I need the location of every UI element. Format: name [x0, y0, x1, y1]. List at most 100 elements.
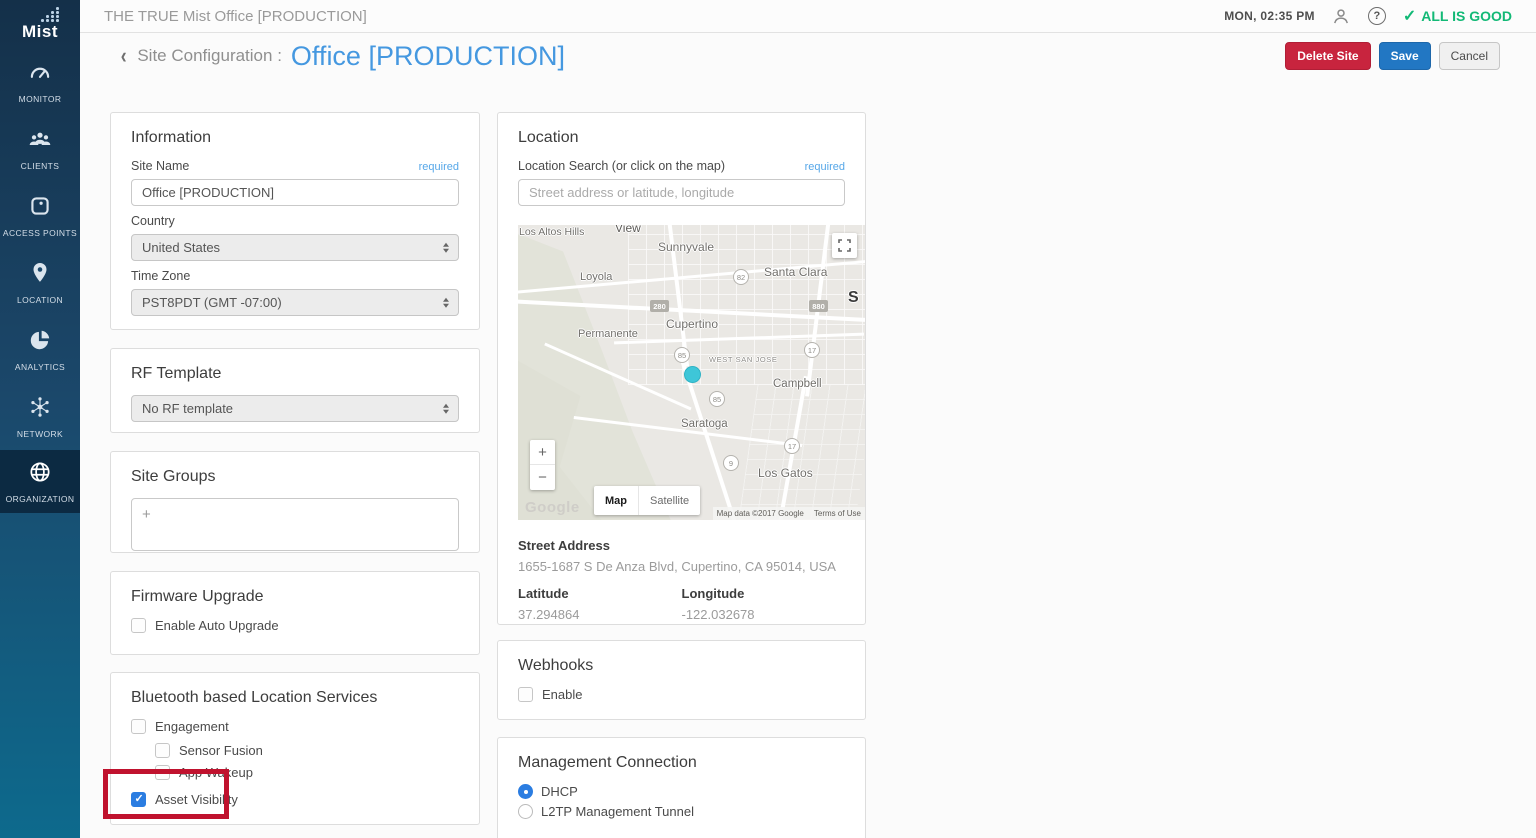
timezone-select[interactable]: PST8PDT (GMT -07:00) — [131, 289, 459, 316]
location-search-label: Location Search (or click on the map) — [518, 159, 725, 173]
pie-chart-icon — [27, 327, 53, 358]
highway-shield-85-south: 85 — [709, 391, 725, 407]
terms-of-use-link[interactable]: Terms of Use — [814, 509, 861, 518]
breadcrumb[interactable]: Site Configuration : — [137, 46, 282, 66]
sidebar-item-clients[interactable]: CLIENTS — [0, 115, 80, 182]
map-type-control: Map Satellite — [594, 486, 700, 515]
app-wakeup-checkbox[interactable] — [155, 765, 170, 780]
add-site-group-button[interactable]: + — [142, 506, 151, 523]
highway-shield-17: 17 — [804, 342, 820, 358]
map-data-credit: Map data ©2017 Google — [717, 509, 804, 518]
checkbox-label: Asset Visibility — [155, 792, 238, 807]
timezone-value: PST8PDT (GMT -07:00) — [142, 295, 282, 310]
card-title: Firmware Upgrade — [131, 588, 459, 606]
enable-auto-upgrade-checkbox[interactable] — [131, 618, 146, 633]
highway-shield-880: 880 — [809, 300, 828, 312]
latitude-label: Latitude — [518, 586, 682, 601]
map-label-cupertino: Cupertino — [666, 317, 718, 331]
country-value: United States — [142, 240, 220, 255]
zoom-in-button[interactable]: + — [530, 440, 555, 465]
map-attribution: Map data ©2017 Google Terms of Use — [713, 507, 865, 520]
site-location-marker[interactable] — [684, 366, 701, 383]
user-icon[interactable] — [1331, 6, 1351, 26]
longitude-value: -122.032678 — [682, 607, 846, 622]
street-address-label: Street Address — [518, 538, 845, 553]
webhooks-enable-checkbox[interactable] — [518, 687, 533, 702]
sidebar-item-network[interactable]: NETWORK — [0, 383, 80, 450]
site-groups-card: Site Groups + — [110, 451, 480, 553]
fullscreen-button[interactable] — [832, 233, 857, 258]
site-name-input[interactable] — [131, 179, 459, 206]
sidebar-item-analytics[interactable]: ANALYTICS — [0, 316, 80, 383]
location-card: Location Location Search (or click on th… — [497, 112, 866, 625]
required-badge: required — [419, 161, 459, 173]
checkbox-label: Sensor Fusion — [179, 743, 263, 758]
mist-logo[interactable]: Mist — [0, 0, 80, 48]
site-groups-box[interactable]: + — [131, 498, 459, 551]
location-search-input[interactable] — [518, 179, 845, 206]
sensor-fusion-checkbox[interactable] — [155, 743, 170, 758]
status-text: ALL IS GOOD — [1421, 8, 1512, 24]
mist-logo-text: Mist — [22, 22, 58, 42]
highway-shield-85: 85 — [674, 347, 690, 363]
checkbox-label: App Wakeup — [179, 765, 253, 780]
check-icon: ✓ — [1403, 6, 1416, 26]
sidebar-item-access-points[interactable]: ACCESS POINTS — [0, 182, 80, 249]
rf-template-select[interactable]: No RF template — [131, 395, 459, 422]
map-label-san-jose-partial: S — [848, 289, 859, 307]
status-badge[interactable]: ✓ ALL IS GOOD — [1403, 6, 1512, 26]
org-site-title: THE TRUE Mist Office [PRODUCTION] — [104, 8, 367, 25]
google-map[interactable]: Los Altos Hills View Sunnyvale Santa Cla… — [518, 225, 865, 520]
highway-shield-82: 82 — [733, 269, 749, 285]
longitude-label: Longitude — [682, 586, 846, 601]
sidebar-item-location[interactable]: LOCATION — [0, 249, 80, 316]
map-label-campbell: Campbell — [773, 378, 822, 390]
map-label-loyola: Loyola — [580, 271, 612, 283]
map-zoom-control: + − — [530, 440, 555, 490]
card-title: Location — [518, 129, 845, 147]
radio-label: DHCP — [541, 784, 578, 799]
zoom-out-button[interactable]: − — [530, 465, 555, 490]
sidebar-item-label: ORGANIZATION — [6, 494, 75, 504]
sidebar-item-monitor[interactable]: MONITOR — [0, 48, 80, 115]
map-label-los-altos-hills: Los Altos Hills — [519, 226, 584, 238]
webhooks-card: Webhooks Enable — [497, 640, 866, 720]
information-card: Information Site Name required Country U… — [110, 112, 480, 330]
country-select[interactable]: United States — [131, 234, 459, 261]
asset-visibility-checkbox[interactable] — [131, 792, 146, 807]
sidebar-item-label: LOCATION — [17, 295, 63, 305]
engagement-checkbox[interactable] — [131, 719, 146, 734]
card-title: Bluetooth based Location Services — [131, 689, 459, 707]
card-title: Management Connection — [518, 754, 845, 772]
bluetooth-services-card: Bluetooth based Location Services Engage… — [110, 672, 480, 825]
select-stepper-icon — [443, 403, 449, 414]
map-pin-icon — [27, 260, 53, 291]
highway-shield-17-south: 17 — [784, 438, 800, 454]
dhcp-radio[interactable] — [518, 784, 533, 799]
back-chevron-icon[interactable]: ‹ — [121, 45, 127, 67]
required-badge: required — [805, 161, 845, 173]
help-icon[interactable]: ? — [1367, 6, 1387, 26]
sidebar-item-label: CLIENTS — [21, 161, 60, 171]
sidebar-item-label: NETWORK — [17, 429, 63, 439]
access-point-icon — [27, 193, 53, 224]
title-bar: ‹ Site Configuration : Office [PRODUCTIO… — [80, 33, 1536, 79]
sidebar-item-organization[interactable]: ORGANIZATION — [0, 450, 80, 513]
delete-site-button[interactable]: Delete Site — [1285, 42, 1370, 70]
sidebar-item-label: MONITOR — [19, 94, 62, 104]
checkbox-label: Engagement — [155, 719, 229, 734]
save-button[interactable]: Save — [1379, 42, 1431, 70]
map-type-map-button[interactable]: Map — [594, 486, 639, 515]
globe-icon — [27, 459, 53, 490]
gauge-icon — [27, 59, 53, 90]
google-watermark: Google — [525, 499, 580, 516]
firmware-upgrade-card: Firmware Upgrade Enable Auto Upgrade — [110, 571, 480, 655]
card-title: Information — [131, 129, 459, 147]
map-type-satellite-button[interactable]: Satellite — [639, 486, 700, 515]
map-label-santa-clara: Santa Clara — [764, 265, 827, 279]
cancel-button[interactable]: Cancel — [1439, 42, 1500, 70]
top-header: THE TRUE Mist Office [PRODUCTION] MON, 0… — [80, 0, 1536, 33]
network-icon — [27, 394, 53, 425]
l2tp-radio[interactable] — [518, 804, 533, 819]
card-title: Webhooks — [518, 657, 845, 675]
